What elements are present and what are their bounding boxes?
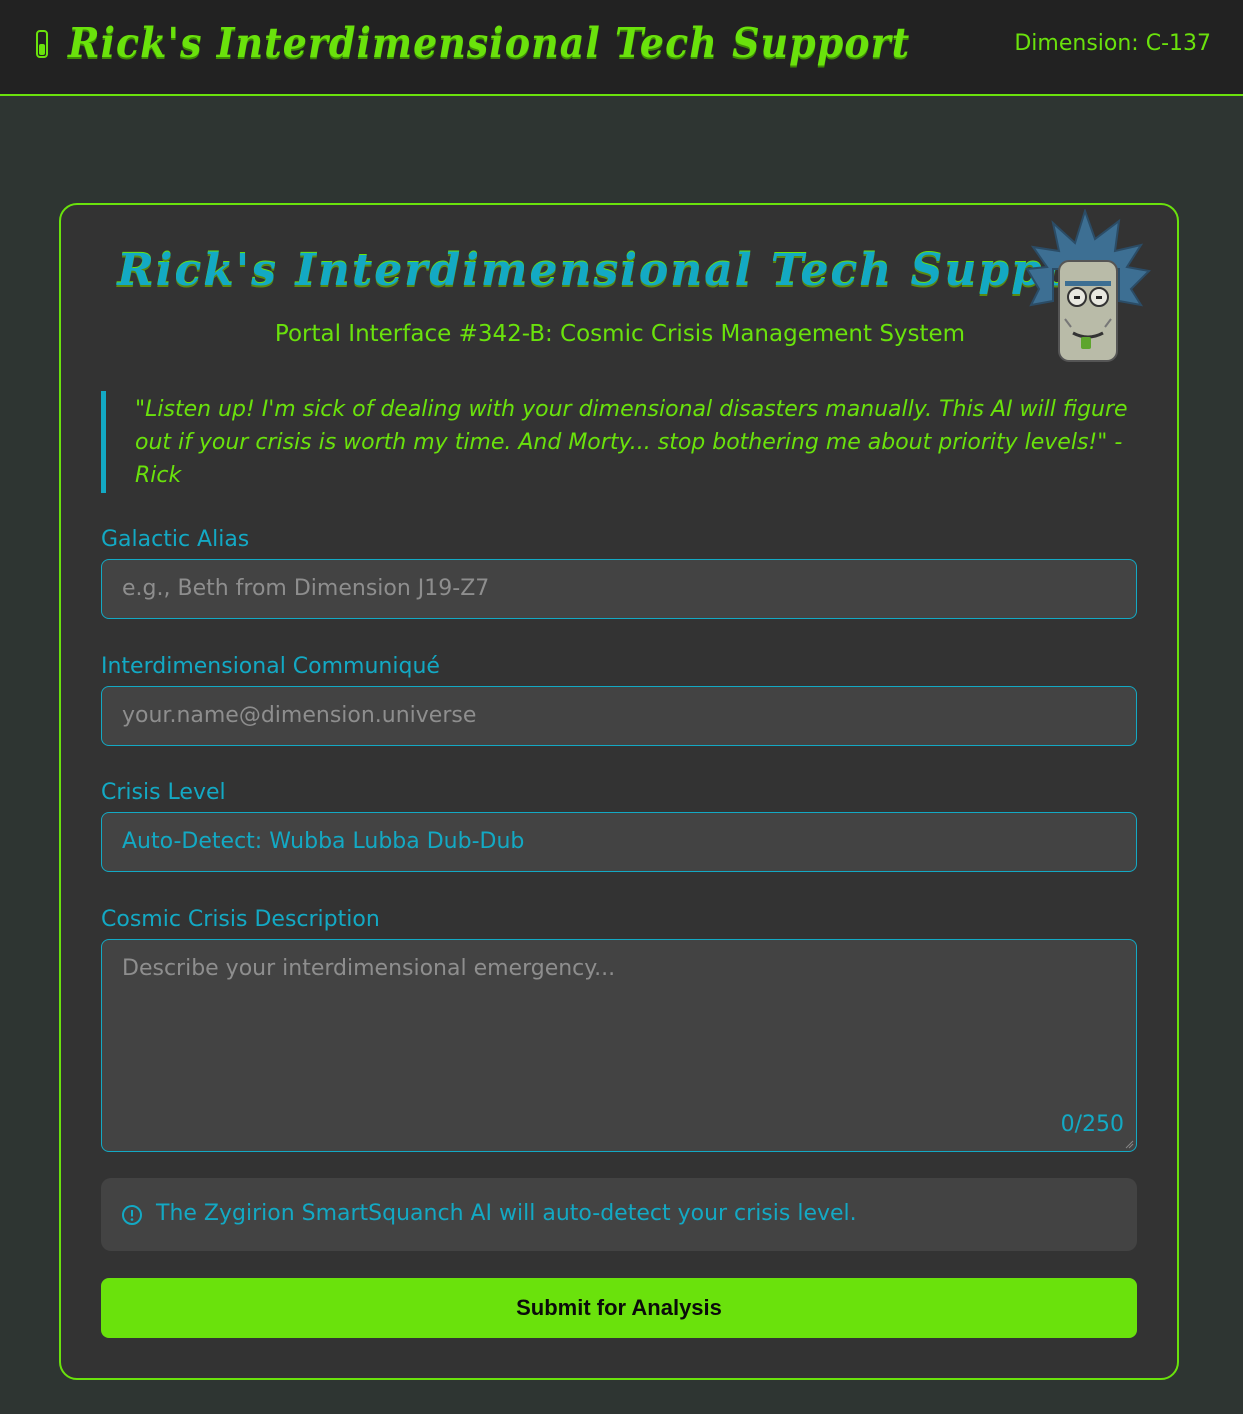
alias-label: Galactic Alias xyxy=(101,527,250,552)
description-label: Cosmic Crisis Description xyxy=(101,907,380,932)
page-subtitle: Portal Interface #342-B: Cosmic Crisis M… xyxy=(274,321,966,347)
dimension-indicator: Dimension: C-137 xyxy=(1014,31,1211,56)
submit-button[interactable]: Submit for Analysis xyxy=(101,1278,1137,1338)
crisis-level-input[interactable]: Auto-Detect: Wubba Lubba Dub-Dub xyxy=(101,812,1137,872)
crisis-level-label: Crisis Level xyxy=(101,780,226,805)
ai-notice: The Zygirion SmartSquanch AI will auto-d… xyxy=(101,1178,1137,1251)
rick-quote: "Listen up! I'm sick of dealing with you… xyxy=(101,391,1137,493)
resize-handle-icon[interactable] xyxy=(1124,1139,1134,1149)
email-input[interactable]: your.name@dimension.universe xyxy=(101,686,1137,746)
email-placeholder: your.name@dimension.universe xyxy=(122,703,477,728)
email-label: Interdimensional Communiqué xyxy=(101,654,440,679)
top-bar: Rick's Interdimensional Tech Support Dim… xyxy=(0,0,1243,96)
notice-text: The Zygirion SmartSquanch AI will auto-d… xyxy=(156,1201,857,1226)
character-counter: 0/250 xyxy=(1060,1112,1124,1137)
description-placeholder: Describe your interdimensional emergency… xyxy=(122,956,616,981)
crisis-level-value: Auto-Detect: Wubba Lubba Dub-Dub xyxy=(122,829,525,854)
page-title: Rick's Interdimensional Tech Support xyxy=(117,245,1123,296)
description-textarea[interactable]: Describe your interdimensional emergency… xyxy=(101,939,1137,1152)
alias-placeholder: e.g., Beth from Dimension J19-Z7 xyxy=(122,576,490,601)
rick-avatar-icon xyxy=(1025,209,1152,362)
brand-title: Rick's Interdimensional Tech Support xyxy=(68,18,911,67)
support-form-card: Rick's Interdimensional Tech Support Por… xyxy=(59,203,1179,1380)
info-circle-icon xyxy=(122,1205,142,1225)
test-tube-icon xyxy=(36,30,48,58)
alias-input[interactable]: e.g., Beth from Dimension J19-Z7 xyxy=(101,559,1137,619)
